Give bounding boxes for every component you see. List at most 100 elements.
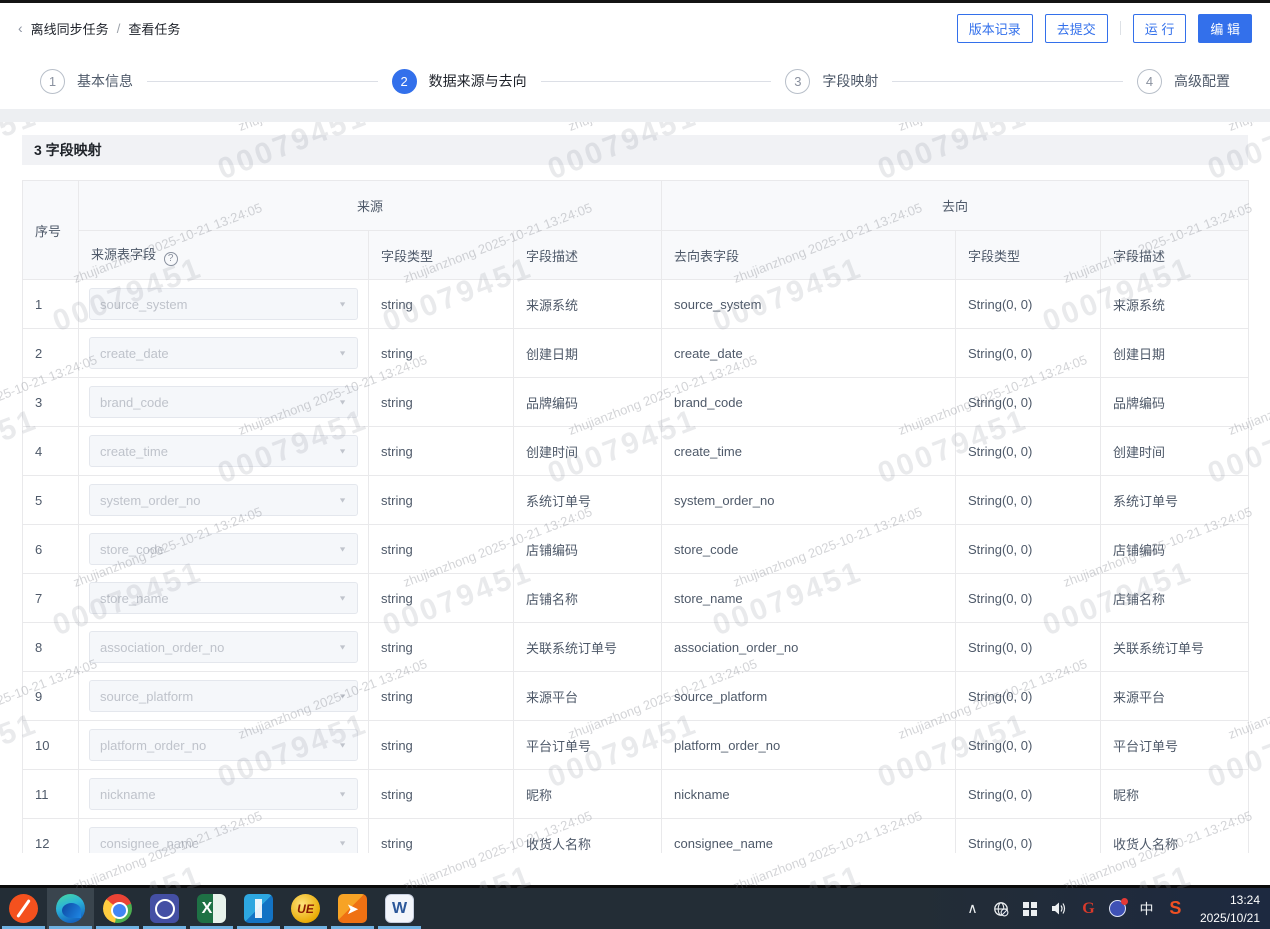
step-number: 3: [785, 69, 810, 94]
sogou-tray-icon[interactable]: S: [1163, 888, 1188, 929]
source-field-value: source_platform: [100, 689, 193, 704]
source-field-value: source_system: [100, 297, 187, 312]
chevron-down-icon: ▼: [338, 594, 347, 602]
table-row: 7store_name▼string店铺名称store_nameString(0…: [23, 574, 1249, 623]
section-divider-band: [0, 109, 1270, 122]
source-field-cell: system_order_no▼: [79, 476, 369, 525]
step-number: 2: [392, 69, 417, 94]
source-field-select[interactable]: store_name ▼: [89, 582, 358, 614]
row-index: 8: [23, 623, 79, 672]
g-app-tray-icon[interactable]: G: [1076, 888, 1101, 929]
source-desc-cell: 创建日期: [514, 329, 662, 378]
target-type-cell: String(0, 0): [956, 476, 1101, 525]
source-field-cell: create_time▼: [79, 427, 369, 476]
step-3[interactable]: 3字段映射: [785, 69, 878, 94]
source-field-select[interactable]: brand_code▼: [89, 386, 358, 418]
chat-app-taskbar-button[interactable]: [141, 888, 188, 929]
target-type-cell: String(0, 0): [956, 721, 1101, 770]
word-app-taskbar-button[interactable]: W: [376, 888, 423, 929]
clock-date: 2025/10/21: [1200, 909, 1260, 927]
edge-taskbar-button[interactable]: [47, 888, 94, 929]
chevron-down-icon: ▼: [338, 741, 347, 749]
source-type-cell: string: [369, 623, 514, 672]
source-field-select[interactable]: create_date▼: [89, 337, 358, 369]
source-field-value: store_code: [100, 542, 164, 557]
blue-flag-app-icon: [244, 894, 273, 923]
col-header-source-field: 来源表字段 ?: [79, 231, 369, 280]
source-field-value: nickname: [100, 787, 156, 802]
source-field-select[interactable]: platform_order_no▼: [89, 729, 358, 761]
step-2[interactable]: 2数据来源与去向: [392, 69, 527, 94]
blue-flag-app-taskbar-button[interactable]: [235, 888, 282, 929]
group-header-target: 去向: [662, 181, 1249, 231]
source-field-select[interactable]: source_system▼: [89, 288, 358, 320]
target-field-cell: store_name: [662, 574, 956, 623]
back-chevron-icon[interactable]: ‹: [18, 20, 23, 36]
source-field-cell: brand_code▼: [79, 378, 369, 427]
help-icon[interactable]: ?: [164, 252, 178, 266]
source-field-select[interactable]: consignee_name▼: [89, 827, 358, 853]
network-icon[interactable]: [989, 888, 1014, 929]
target-field-cell: association_order_no: [662, 623, 956, 672]
source-field-cell: consignee_name▼: [79, 819, 369, 854]
table-row: 6store_code▼string店铺编码store_codeString(0…: [23, 525, 1249, 574]
row-index: 4: [23, 427, 79, 476]
table-row: 1source_system▼string来源系统source_systemSt…: [23, 280, 1249, 329]
source-field-select[interactable]: create_time▼: [89, 435, 358, 467]
step-4[interactable]: 4高级配置: [1137, 69, 1230, 94]
source-desc-cell: 昵称: [514, 770, 662, 819]
content-scroll-area[interactable]: 3 字段映射 序号 来源 去向 来源表字段 ? 字段类型: [0, 122, 1270, 853]
table-row: 9source_platform▼string来源平台source_platfo…: [23, 672, 1249, 721]
edit-button[interactable]: 编 辑: [1198, 14, 1252, 43]
ultraedit-taskbar-button[interactable]: UE: [282, 888, 329, 929]
step-label: 高级配置: [1174, 71, 1230, 91]
col-header-source-type: 字段类型: [369, 231, 514, 280]
app-orange-pen-taskbar-button[interactable]: [0, 888, 47, 929]
taskbar-clock[interactable]: 13:24 2025/10/21: [1200, 891, 1260, 927]
target-field-cell: system_order_no: [662, 476, 956, 525]
source-field-cell: association_order_no▼: [79, 623, 369, 672]
breadcrumb-item-view-task: 查看任务: [128, 19, 180, 38]
target-type-cell: String(0, 0): [956, 574, 1101, 623]
source-field-value: consignee_name: [100, 836, 199, 851]
ime-indicator[interactable]: 中: [1134, 888, 1159, 929]
source-type-cell: string: [369, 721, 514, 770]
source-field-select[interactable]: association_order_no▼: [89, 631, 358, 663]
section-title-text: 3 字段映射: [34, 140, 102, 160]
word-app-icon: W: [385, 894, 414, 923]
app-orange-pen-icon: [9, 894, 38, 923]
target-field-cell: brand_code: [662, 378, 956, 427]
step-1[interactable]: 1基本信息: [40, 69, 133, 94]
message-app-tray-icon[interactable]: [1105, 888, 1130, 929]
volume-icon[interactable]: [1047, 888, 1072, 929]
source-field-cell: source_platform▼: [79, 672, 369, 721]
taskbar-apps: X UE ➤ W: [0, 888, 423, 929]
target-field-cell: nickname: [662, 770, 956, 819]
source-field-value: store_name: [100, 591, 169, 606]
mail-app-icon: ➤: [338, 894, 367, 923]
source-field-select[interactable]: system_order_no▼: [89, 484, 358, 516]
source-field-select[interactable]: source_platform▼: [89, 680, 358, 712]
source-field-select[interactable]: store_code▼: [89, 533, 358, 565]
mail-app-taskbar-button[interactable]: ➤: [329, 888, 376, 929]
target-desc-cell: 昵称: [1101, 770, 1249, 819]
submit-button[interactable]: 去提交: [1045, 14, 1108, 43]
target-type-cell: String(0, 0): [956, 427, 1101, 476]
source-field-select[interactable]: nickname▼: [89, 778, 358, 810]
tray-expand-icon[interactable]: ∧: [960, 888, 985, 929]
source-field-cell: store_name ▼: [79, 574, 369, 623]
target-desc-cell: 收货人名称: [1101, 819, 1249, 854]
system-tray: ∧ G 中 S 13:24 2025/10/21: [960, 888, 1270, 929]
input-workspace-icon[interactable]: [1018, 888, 1043, 929]
source-field-cell: create_date▼: [79, 329, 369, 378]
chevron-down-icon: ▼: [338, 398, 347, 406]
breadcrumb-item-task-list[interactable]: 离线同步任务: [31, 19, 109, 38]
run-button[interactable]: 运 行: [1133, 14, 1187, 43]
col-header-target-type: 字段类型: [956, 231, 1101, 280]
target-field-cell: store_code: [662, 525, 956, 574]
chrome-taskbar-button[interactable]: [94, 888, 141, 929]
version-history-button[interactable]: 版本记录: [957, 14, 1033, 43]
col-header-target-field: 去向表字段: [662, 231, 956, 280]
ultraedit-icon: UE: [291, 894, 320, 923]
excel-taskbar-button[interactable]: X: [188, 888, 235, 929]
